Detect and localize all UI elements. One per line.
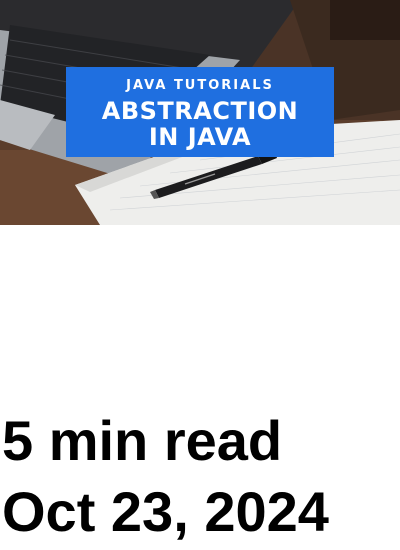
banner-title-line-1: ABSTRACTION — [101, 97, 299, 125]
banner-kicker: JAVA TUTORIALS — [126, 78, 274, 93]
article-card: JAVA TUTORIALS ABSTRACTION IN JAVA 5 min… — [0, 0, 400, 550]
read-time: 5 min read — [2, 409, 283, 472]
hero-image[interactable]: JAVA TUTORIALS ABSTRACTION IN JAVA — [0, 0, 400, 225]
publish-date: Oct 23, 2024 — [2, 480, 329, 543]
banner-title: ABSTRACTION IN JAVA — [66, 98, 334, 150]
banner-title-line-2: IN JAVA — [148, 123, 252, 151]
title-banner: JAVA TUTORIALS ABSTRACTION IN JAVA — [66, 67, 334, 157]
